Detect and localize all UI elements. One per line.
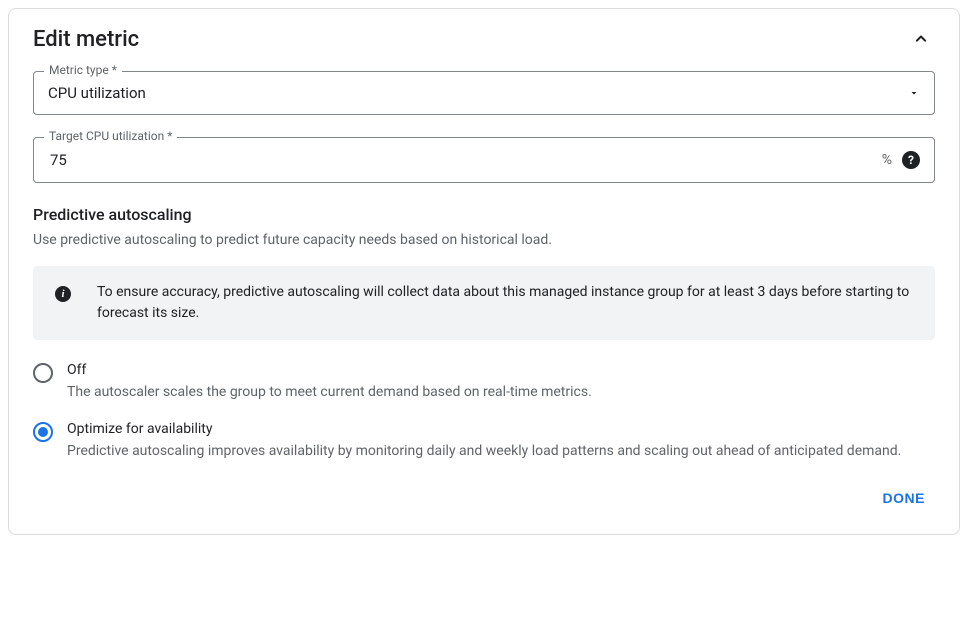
target-cpu-input[interactable] [48,150,874,170]
radio-content: Off The autoscaler scales the group to m… [67,362,592,403]
target-cpu-field: Target CPU utilization * % ? [33,137,935,183]
predictive-title: Predictive autoscaling [33,205,935,224]
radio-icon [33,363,53,383]
predictive-description: Use predictive autoscaling to predict fu… [33,232,935,248]
radio-content: Optimize for availability Predictive aut… [67,421,901,462]
page-title: Edit metric [33,27,139,52]
info-banner-text: To ensure accuracy, predictive autoscali… [97,282,917,324]
radio-optimize-label: Optimize for availability [67,421,901,437]
radio-inner-dot [38,427,48,437]
info-banner: i To ensure accuracy, predictive autosca… [33,266,935,340]
dropdown-arrow-icon [908,87,920,99]
info-icon: i [55,286,71,302]
radio-icon-selected [33,422,53,442]
help-icon[interactable]: ? [902,151,920,169]
done-button[interactable]: DONE [873,482,935,514]
radio-off-label: Off [67,362,592,378]
metric-type-select[interactable]: Metric type * CPU utilization [33,71,935,115]
target-cpu-label: Target CPU utilization * [44,129,177,143]
edit-metric-card: Edit metric Metric type * CPU utilizatio… [8,8,960,535]
target-cpu-suffix: % [882,152,892,168]
radio-option-optimize[interactable]: Optimize for availability Predictive aut… [33,421,935,462]
radio-off-description: The autoscaler scales the group to meet … [67,382,592,403]
info-icon-wrap: i [51,282,71,302]
radio-optimize-description: Predictive autoscaling improves availabi… [67,441,901,462]
actions-row: DONE [33,482,935,514]
chevron-up-icon [911,29,931,49]
header-row: Edit metric [33,25,935,53]
metric-type-value: CPU utilization [48,84,900,102]
radio-option-off[interactable]: Off The autoscaler scales the group to m… [33,362,935,403]
collapse-button[interactable] [907,25,935,53]
metric-type-label: Metric type * [44,63,122,77]
